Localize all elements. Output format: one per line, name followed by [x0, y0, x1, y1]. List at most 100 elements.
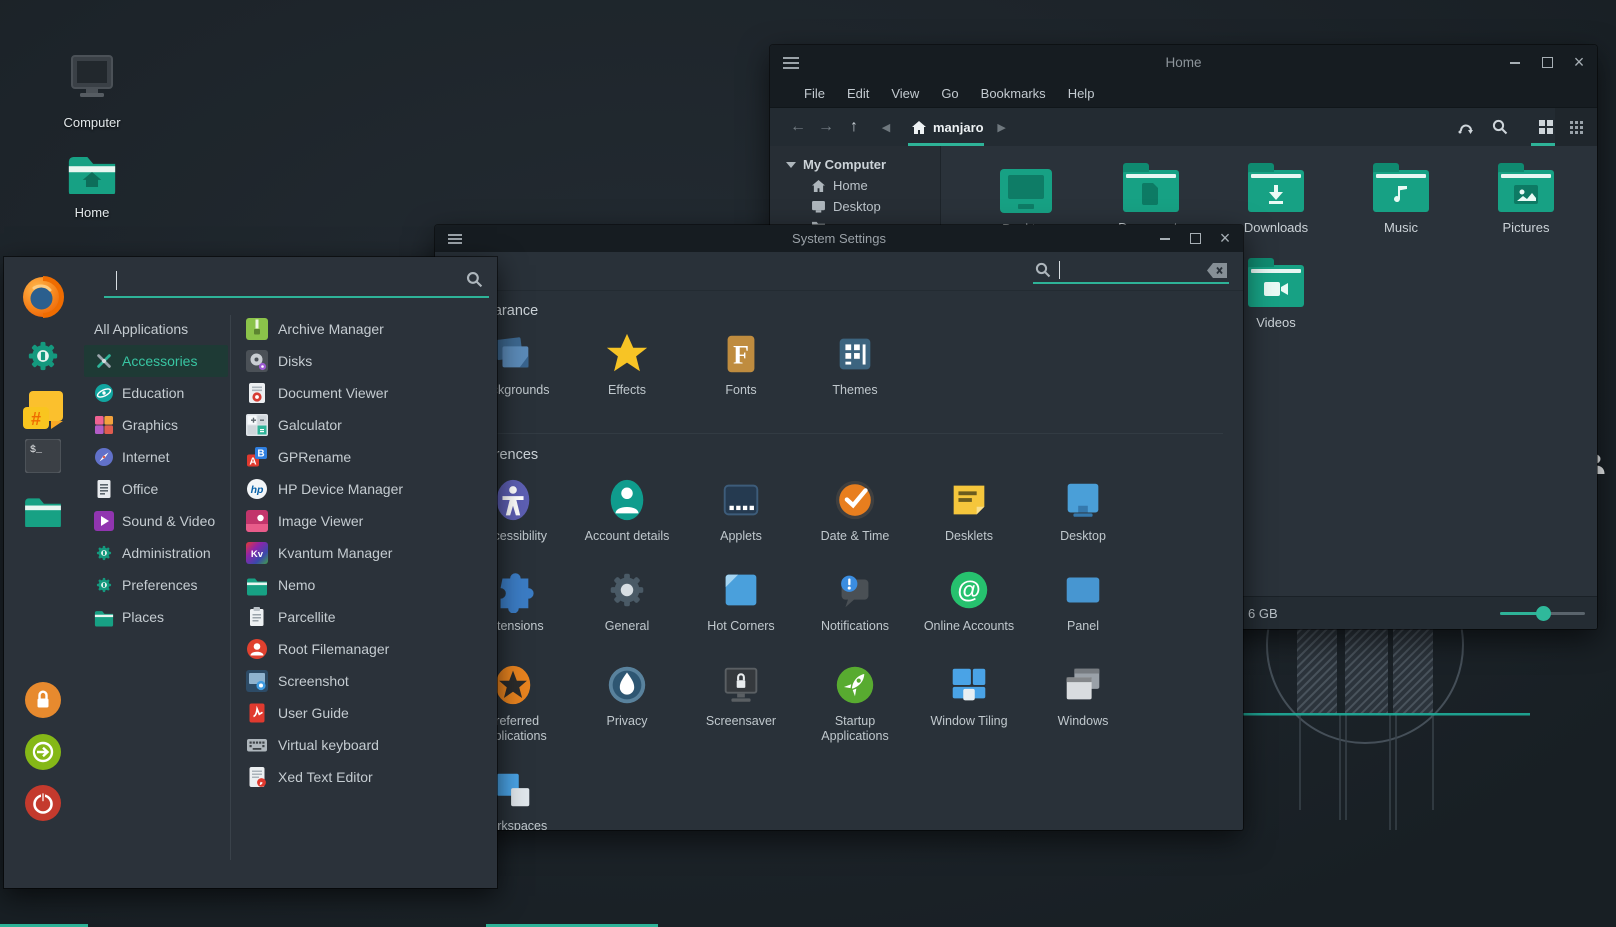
category-accessories[interactable]: Accessories — [84, 345, 228, 377]
up-icon[interactable]: ↑ — [840, 118, 868, 136]
file-manager-titlebar[interactable]: Home × — [770, 45, 1597, 80]
window-title: System Settings — [435, 231, 1243, 246]
category-education[interactable]: Education — [84, 377, 228, 409]
shutdown-button[interactable] — [25, 785, 61, 826]
settings-launcher[interactable] — [23, 336, 63, 381]
settings-tile-notifications[interactable]: Notifications — [805, 567, 905, 634]
software-launcher[interactable]: # — [23, 391, 63, 434]
breadcrumb[interactable]: manjaro — [902, 120, 994, 135]
menu-file[interactable]: File — [804, 86, 825, 101]
menu-go[interactable]: Go — [941, 86, 958, 101]
settings-tile-startup-applications[interactable]: Startup Applications — [805, 662, 905, 744]
firefox-icon — [22, 276, 64, 318]
sidebar-item-desktop[interactable]: Desktop — [770, 196, 940, 217]
file-manager-menubar: File Edit View Go Bookmarks Help — [770, 80, 1597, 108]
category-sound-video[interactable]: Sound & Video — [84, 505, 228, 537]
logout-button[interactable] — [25, 734, 61, 775]
minimize-button[interactable] — [1507, 55, 1523, 71]
app-image-viewer[interactable]: Image Viewer — [236, 505, 493, 537]
clear-search-icon[interactable] — [1207, 263, 1227, 278]
maximize-button[interactable] — [1187, 231, 1203, 247]
app-virtual-keyboard[interactable]: Virtual keyboard — [236, 729, 493, 761]
toggle-location-icon[interactable] — [1449, 108, 1483, 146]
lock-button[interactable] — [25, 682, 61, 723]
graphics-icon — [94, 415, 114, 435]
search-icon[interactable] — [1483, 108, 1517, 146]
menu-search-input[interactable] — [100, 265, 491, 298]
compact-view-button[interactable] — [1559, 108, 1593, 146]
settings-tile-online-accounts[interactable]: @ Online Accounts — [919, 567, 1019, 634]
menu-help[interactable]: Help — [1068, 86, 1095, 101]
settings-tile-date-time[interactable]: Date & Time — [805, 477, 905, 544]
folder-documents[interactable]: Documents — [1096, 161, 1206, 235]
close-button[interactable]: × — [1571, 55, 1587, 71]
terminal-launcher[interactable]: $_ — [25, 439, 61, 478]
folder-pictures[interactable]: Pictures — [1471, 161, 1581, 235]
category-places[interactable]: Places — [84, 601, 228, 633]
settings-tile-themes[interactable]: Themes — [805, 331, 905, 398]
category-all-applications[interactable]: All Applications — [84, 313, 228, 345]
menu-view[interactable]: View — [891, 86, 919, 101]
settings-tile-account-details[interactable]: Account details — [577, 477, 677, 544]
category-graphics[interactable]: Graphics — [84, 409, 228, 441]
app-galculator[interactable]: Galculator — [236, 409, 493, 441]
folder-downloads[interactable]: Downloads — [1221, 161, 1331, 235]
close-button[interactable]: × — [1217, 231, 1233, 247]
menu-edit[interactable]: Edit — [847, 86, 869, 101]
forward-icon[interactable]: → — [812, 118, 840, 136]
home-icon — [812, 180, 825, 192]
desktop-folder-icon — [1000, 169, 1052, 213]
zoom-slider-handle[interactable] — [1536, 606, 1551, 621]
software-icon: # — [23, 391, 63, 429]
app-document-viewer[interactable]: Document Viewer — [236, 377, 493, 409]
settings-tile-hot-corners[interactable]: Hot Corners — [691, 567, 791, 634]
settings-tile-panel[interactable]: Panel — [1033, 567, 1133, 634]
category-office[interactable]: Office — [84, 473, 228, 505]
app-disks[interactable]: Disks — [236, 345, 493, 377]
search-icon — [1035, 262, 1051, 278]
back-icon[interactable]: ← — [784, 118, 812, 136]
sidebar-item-home[interactable]: Home — [770, 175, 940, 196]
system-settings-titlebar[interactable]: System Settings × — [435, 225, 1243, 252]
app-gprename[interactable]: A B GPRename — [236, 441, 493, 473]
zoom-slider[interactable] — [1500, 606, 1585, 620]
breadcrumb-left-icon[interactable]: ◀ — [878, 121, 894, 134]
app-screenshot[interactable]: Screenshot — [236, 665, 493, 697]
app-archive-manager[interactable]: Archive Manager — [236, 313, 493, 345]
office-icon — [94, 479, 114, 499]
app-parcellite[interactable]: Parcellite — [236, 601, 493, 633]
settings-tile-applets[interactable]: Applets — [691, 477, 791, 544]
category-preferences[interactable]: Preferences — [84, 569, 228, 601]
settings-tile-fonts[interactable]: F Fonts — [691, 331, 791, 398]
menu-bookmarks[interactable]: Bookmarks — [981, 86, 1046, 101]
folder-music[interactable]: Music — [1346, 161, 1456, 235]
settings-tile-effects[interactable]: Effects — [577, 331, 677, 398]
minimize-button[interactable] — [1157, 231, 1173, 247]
settings-tile-desklets[interactable]: Desklets — [919, 477, 1019, 544]
settings-tile-window-tiling[interactable]: Window Tiling — [919, 662, 1019, 729]
settings-tile-windows[interactable]: Windows — [1033, 662, 1133, 729]
app-user-guide[interactable]: User Guide — [236, 697, 493, 729]
settings-tile-screensaver[interactable]: Screensaver — [691, 662, 791, 729]
app-xed-text-editor[interactable]: Xed Text Editor — [236, 761, 493, 793]
sidebar-section-my-computer[interactable]: My Computer — [770, 154, 940, 175]
settings-search-input[interactable] — [1033, 258, 1229, 284]
files-launcher[interactable] — [23, 493, 63, 532]
settings-tile-privacy[interactable]: Privacy — [577, 662, 677, 729]
app-hp-device-manager[interactable]: hp HP Device Manager — [236, 473, 493, 505]
app-nemo[interactable]: Nemo — [236, 569, 493, 601]
category-list: All Applications Accessories Education — [84, 313, 228, 633]
category-internet[interactable]: Internet — [84, 441, 228, 473]
settings-tile-general[interactable]: General — [577, 567, 677, 634]
maximize-button[interactable] — [1539, 55, 1555, 71]
svg-text:B: B — [257, 449, 264, 460]
expander-icon[interactable] — [786, 162, 796, 168]
settings-tile-desktop[interactable]: Desktop — [1033, 477, 1133, 544]
firefox-launcher[interactable] — [22, 276, 64, 323]
app-kvantum-manager[interactable]: Kv Kvantum Manager — [236, 537, 493, 569]
breadcrumb-right-icon[interactable]: ▶ — [994, 121, 1010, 134]
app-root-filemanager[interactable]: Root Filemanager — [236, 633, 493, 665]
lock-icon — [25, 682, 61, 718]
online-accounts-icon: @ — [946, 567, 992, 613]
category-administration[interactable]: Administration — [84, 537, 228, 569]
